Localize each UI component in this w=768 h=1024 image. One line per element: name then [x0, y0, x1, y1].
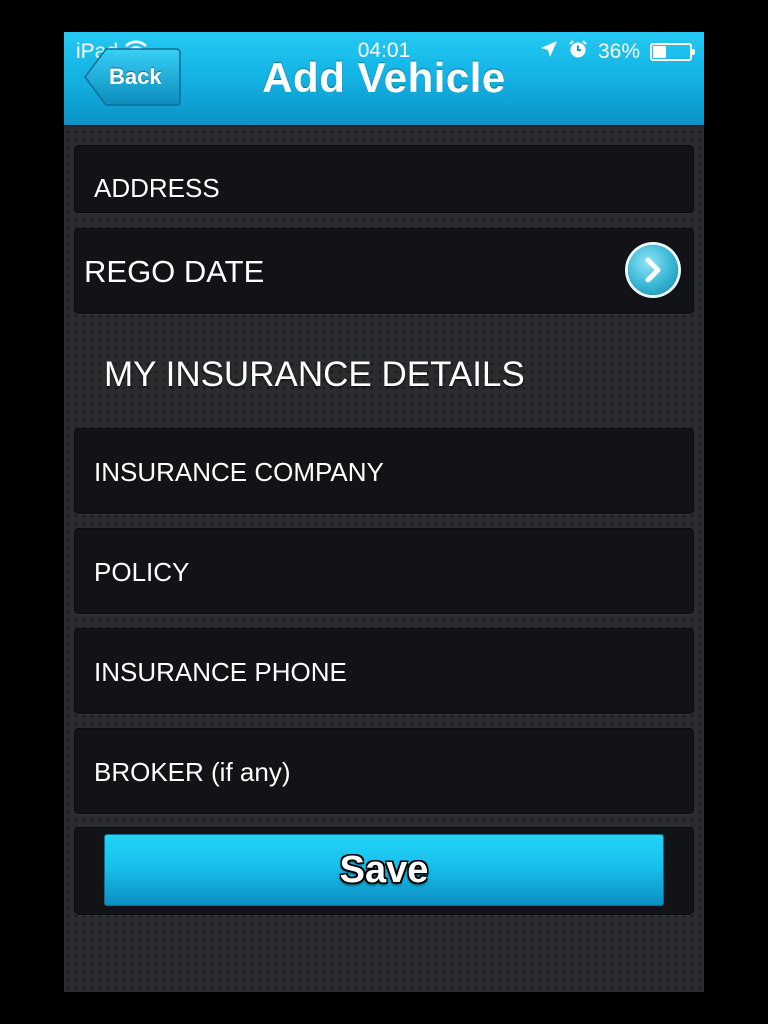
address-label: ADDRESS: [94, 173, 220, 203]
insurance-company-field[interactable]: INSURANCE COMPANY: [74, 428, 694, 514]
insurance-phone-label: INSURANCE PHONE: [94, 657, 347, 687]
insurance-phone-field[interactable]: INSURANCE PHONE: [74, 628, 694, 714]
broker-label: BROKER (if any): [94, 757, 291, 787]
save-button[interactable]: Save: [104, 834, 664, 906]
policy-label: POLICY: [94, 557, 190, 587]
chevron-right-icon[interactable]: [628, 245, 678, 295]
policy-field[interactable]: POLICY: [74, 528, 694, 614]
rego-date-label: REGO DATE: [84, 254, 265, 289]
broker-field[interactable]: BROKER (if any): [74, 728, 694, 814]
address-field[interactable]: ADDRESS: [74, 145, 694, 213]
navigation-bar: iPad 04:01 36% Back Add Vehicle: [64, 32, 704, 125]
insurance-section-title: MY INSURANCE DETAILS: [104, 355, 525, 394]
insurance-company-label: INSURANCE COMPANY: [94, 457, 384, 487]
rego-date-row[interactable]: REGO DATE: [74, 228, 694, 314]
app-screen: iPad 04:01 36% Back Add Vehicle ADDRESS …: [64, 32, 704, 992]
page-title: Add Vehicle: [262, 54, 506, 101]
